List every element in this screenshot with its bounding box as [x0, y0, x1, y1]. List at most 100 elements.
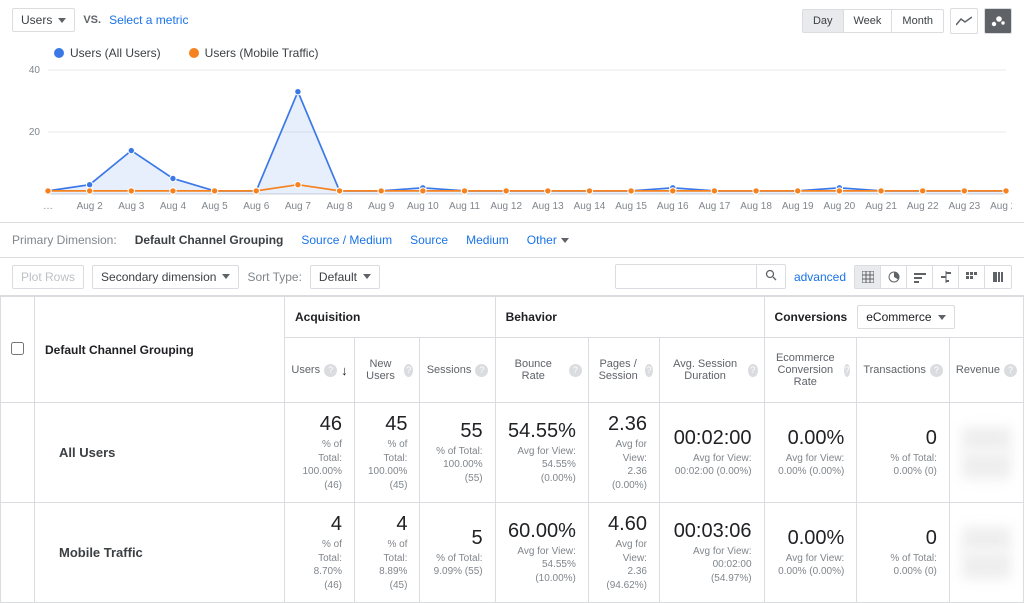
help-icon[interactable]: ?	[748, 364, 757, 377]
sort-type-label: Sort Type:	[247, 270, 301, 284]
chart-legend: Users (All Users) Users (Mobile Traffic)	[12, 42, 1012, 64]
dimension-label: Primary Dimension:	[12, 233, 117, 247]
row-label[interactable]: Mobile Traffic	[35, 503, 285, 603]
cell-bounce: 60.00%Avg for View:54.55% (10.00%)	[495, 503, 588, 603]
col-bounce-rate[interactable]: Bounce Rate ?	[495, 338, 588, 403]
legend-item-all-users[interactable]: Users (All Users)	[54, 46, 161, 60]
help-icon[interactable]: ?	[324, 364, 337, 377]
table-search-input[interactable]	[616, 266, 756, 288]
help-icon[interactable]: ?	[930, 364, 943, 377]
select-all-checkbox[interactable]	[11, 342, 24, 355]
vs-label: VS.	[83, 14, 101, 26]
view-pie-icon[interactable]	[881, 266, 907, 288]
secondary-dimension-dropdown[interactable]: Secondary dimension	[92, 265, 239, 289]
table-controls-right: advanced	[615, 264, 1012, 289]
select-metric-link[interactable]: Select a metric	[109, 13, 188, 27]
cell-bounce: 54.55%Avg for View:54.55% (0.00%)	[495, 403, 588, 503]
view-data-table-icon[interactable]	[855, 266, 881, 288]
chart-toolbar-right: Day Week Month	[802, 8, 1012, 34]
view-term-cloud-icon[interactable]	[959, 266, 985, 288]
col-transactions[interactable]: Transactions ?	[857, 338, 950, 403]
row-checkbox-cell	[1, 403, 35, 503]
svg-text:Aug 15: Aug 15	[615, 201, 647, 212]
dimension-other-dropdown[interactable]: Other	[527, 233, 569, 247]
chevron-down-icon	[561, 238, 569, 243]
plot-rows-button[interactable]: Plot Rows	[12, 265, 84, 289]
chevron-down-icon	[363, 274, 371, 279]
cell-duration: 00:02:00Avg for View:00:02:00 (0.00%)	[659, 403, 764, 503]
motion-chart-toggle-icon[interactable]	[984, 8, 1012, 34]
primary-metric-dropdown[interactable]: Users	[12, 8, 75, 32]
view-comparison-icon[interactable]	[933, 266, 959, 288]
svg-text:Aug 18: Aug 18	[740, 201, 772, 212]
conversions-segment-dropdown[interactable]: eCommerce	[857, 305, 954, 329]
table-group-header-row: Default Channel Grouping Acquisition Beh…	[1, 297, 1024, 338]
col-pages-per-session[interactable]: Pages / Session ?	[588, 338, 659, 403]
advanced-filter-link[interactable]: advanced	[794, 270, 846, 284]
dimension-option[interactable]: Source	[410, 233, 448, 247]
help-icon[interactable]: ?	[404, 364, 413, 377]
svg-text:Aug 12: Aug 12	[490, 201, 522, 212]
dimension-option[interactable]: Source / Medium	[301, 233, 392, 247]
sort-type-value: Default	[319, 270, 357, 284]
table-view-selector	[854, 265, 1012, 289]
row-label[interactable]: All Users	[35, 403, 285, 503]
help-icon[interactable]: ?	[475, 364, 488, 377]
svg-text:Aug 21: Aug 21	[865, 201, 897, 212]
svg-text:Aug 3: Aug 3	[118, 201, 145, 212]
granularity-day[interactable]: Day	[803, 10, 844, 32]
chart-svg: 2040…Aug 2Aug 3Aug 4Aug 5Aug 6Aug 7Aug 8…	[12, 66, 1012, 214]
help-icon[interactable]: ?	[844, 364, 850, 377]
col-users[interactable]: Users ? ↓	[285, 338, 355, 403]
cell-sessions: 5% of Total:9.09% (55)	[420, 503, 495, 603]
line-chart-toggle-icon[interactable]	[950, 8, 978, 34]
svg-text:Aug 19: Aug 19	[782, 201, 814, 212]
view-pivot-icon[interactable]	[985, 266, 1011, 288]
cell-ecr: 0.00%Avg for View:0.00% (0.00%)	[764, 403, 857, 503]
col-ecommerce-conversion-rate[interactable]: Ecommerce Conversion Rate ?	[764, 338, 857, 403]
sort-type-dropdown[interactable]: Default	[310, 265, 380, 289]
cell-users: 46% of Total:100.00% (46)	[285, 403, 355, 503]
svg-text:…: …	[43, 201, 53, 212]
svg-text:Aug 7: Aug 7	[285, 201, 312, 212]
col-revenue[interactable]: Revenue ?	[949, 338, 1023, 403]
svg-text:Aug 23: Aug 23	[948, 201, 980, 212]
svg-text:20: 20	[29, 127, 41, 138]
svg-text:Aug 13: Aug 13	[532, 201, 564, 212]
cell-duration: 00:03:06Avg for View:00:02:00 (54.97%)	[659, 503, 764, 603]
granularity-segmented: Day Week Month	[802, 9, 944, 33]
dimension-bar: Primary Dimension: Default Channel Group…	[0, 222, 1024, 257]
help-icon[interactable]: ?	[569, 364, 582, 377]
table-controls: Plot Rows Secondary dimension Sort Type:…	[0, 257, 1024, 296]
help-icon[interactable]: ?	[645, 364, 653, 377]
col-new-users[interactable]: New Users ?	[354, 338, 419, 403]
dimension-selected[interactable]: Default Channel Grouping	[135, 233, 284, 247]
group-header-conversions: Conversions eCommerce	[764, 297, 1023, 338]
legend-item-mobile[interactable]: Users (Mobile Traffic)	[189, 46, 319, 60]
conversions-segment-label: eCommerce	[866, 310, 931, 324]
col-avg-session-duration[interactable]: Avg. Session Duration ?	[659, 338, 764, 403]
col-sessions[interactable]: Sessions ?	[420, 338, 495, 403]
chart-panel: Users (All Users) Users (Mobile Traffic)…	[0, 42, 1024, 222]
svg-text:Aug 9: Aug 9	[368, 201, 395, 212]
chart-topbar: Users VS. Select a metric Day Week Month	[0, 0, 1024, 42]
svg-text:Aug 10: Aug 10	[407, 201, 439, 212]
svg-text:Aug 6: Aug 6	[243, 201, 270, 212]
dimension-option[interactable]: Medium	[466, 233, 509, 247]
svg-text:Aug 2: Aug 2	[77, 201, 104, 212]
table-row: All Users46% of Total:100.00% (46)45% of…	[1, 403, 1024, 503]
legend-label: Users (Mobile Traffic)	[205, 46, 319, 60]
search-button[interactable]	[756, 265, 785, 288]
granularity-month[interactable]: Month	[892, 10, 943, 32]
view-performance-icon[interactable]	[907, 266, 933, 288]
select-all-cell	[1, 297, 35, 403]
granularity-week[interactable]: Week	[844, 10, 893, 32]
cell-pps: 2.36Avg for View:2.36 (0.00%)	[588, 403, 659, 503]
svg-text:Aug 11: Aug 11	[449, 201, 480, 212]
line-chart: 2040…Aug 2Aug 3Aug 4Aug 5Aug 6Aug 7Aug 8…	[12, 66, 1012, 214]
help-icon[interactable]: ?	[1004, 364, 1017, 377]
legend-label: Users (All Users)	[70, 46, 161, 60]
dimension-column-header[interactable]: Default Channel Grouping	[35, 297, 285, 403]
primary-metric-label: Users	[21, 13, 52, 27]
dimension-column-label: Default Channel Grouping	[45, 343, 194, 357]
